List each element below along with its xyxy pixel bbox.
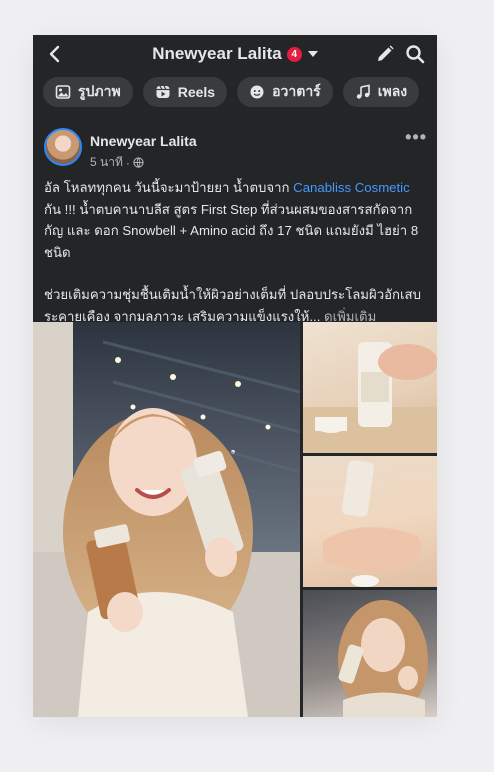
brand-page-link[interactable]: Canabliss Cosmetic <box>293 180 410 195</box>
tab-photos[interactable]: รูปภาพ <box>43 77 133 107</box>
tab-photos-label: รูปภาพ <box>78 83 121 99</box>
more-options-icon[interactable]: ••• <box>405 127 427 148</box>
post-photo-3[interactable] <box>303 456 437 587</box>
avatar-icon <box>250 85 264 99</box>
music-icon <box>356 84 370 99</box>
photos-icon <box>55 85 71 99</box>
post-paragraph-2: ช่วยเติมความชุ่มชื้นเติมน้ำให้ผิวอย่างเต… <box>44 284 430 327</box>
post-body: อัล โหลททุกคน วันนี้จะมาป้ายยา น้ำตบจาก … <box>44 177 430 327</box>
tab-reels[interactable]: Reels <box>142 77 228 107</box>
reels-icon <box>156 85 170 98</box>
caret-down-icon[interactable] <box>307 50 318 58</box>
post-text-part-2: กัน !!! น้ำตบคานาบลีส สูตร First Step ที… <box>44 201 419 260</box>
post-photo-2[interactable] <box>303 322 437 453</box>
woman-selfie-illustration <box>338 600 428 717</box>
page-title[interactable]: Nnewyear Lalita <box>152 44 281 64</box>
tab-music[interactable]: เพลง <box>342 77 420 107</box>
top-bar: Nnewyear Lalita 4 <box>33 35 437 73</box>
post-author-name[interactable]: Nnewyear Lalita <box>90 133 197 149</box>
facebook-profile-screen: Nnewyear Lalita 4 รูปภาพ Reels อวาตาร์ เ… <box>33 35 437 717</box>
notification-badge: 4 <box>286 46 302 62</box>
pencil-icon[interactable] <box>375 44 395 64</box>
avatar[interactable] <box>44 128 82 166</box>
post-paragraph-1: อัล โหลททุกคน วันนี้จะมาป้ายยา น้ำตบจาก … <box>44 177 430 263</box>
tab-avatar-label: อวาตาร์ <box>272 83 321 99</box>
profile-tabs: รูปภาพ Reels อวาตาร์ เพลง <box>43 77 420 109</box>
post-photo-main[interactable] <box>33 322 300 717</box>
back-arrow-icon[interactable] <box>45 44 65 64</box>
hand-applying-product-illustration <box>323 460 421 587</box>
woman-holding-products-illustration <box>33 322 300 717</box>
tab-music-label: เพลง <box>377 83 408 99</box>
tab-reels-label: Reels <box>177 84 216 100</box>
meta-separator: · <box>125 155 130 170</box>
post-meta: 5 นาที · <box>90 153 144 172</box>
tab-avatar[interactable]: อวาตาร์ <box>237 77 333 107</box>
post-photo-4[interactable] <box>303 590 437 717</box>
search-icon[interactable] <box>405 44 425 64</box>
globe-icon <box>133 157 144 168</box>
post-time[interactable]: 5 นาที <box>90 153 123 172</box>
post-text-part-1: อัล โหลททุกคน วันนี้จะมาป้ายยา น้ำตบจาก <box>44 180 294 195</box>
product-bottle-illustration <box>303 342 437 453</box>
